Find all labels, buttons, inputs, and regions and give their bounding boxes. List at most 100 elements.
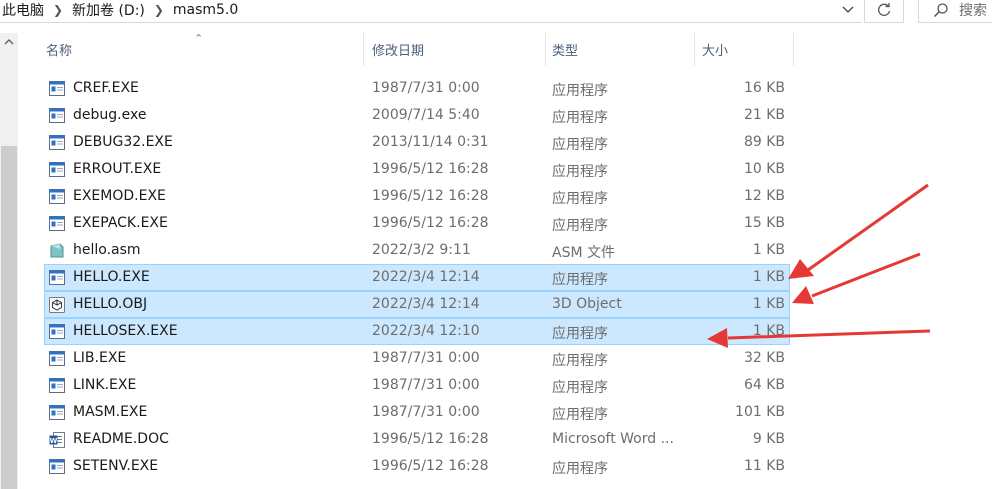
file-type: 应用程序 [552,407,608,423]
file-type: 应用程序 [552,461,608,477]
address-history-dropdown[interactable] [836,0,860,20]
exe-icon [49,405,65,420]
file-type: 应用程序 [552,353,608,369]
file-row[interactable]: CREF.EXE 1987/7/31 0:00 应用程序 16 KB [44,75,790,102]
file-type: 应用程序 [552,137,608,153]
file-row[interactable]: EXEMOD.EXE 1996/5/12 16:28 应用程序 12 KB [44,183,790,210]
file-name[interactable]: HELLO.EXE [73,269,150,285]
file-name[interactable]: HELLOSEX.EXE [73,323,178,339]
file-size: 32 KB [743,350,785,366]
file-date: 1996/5/12 16:28 [372,458,489,474]
scroll-up-button[interactable] [0,33,18,51]
file-row[interactable]: EXEPACK.EXE 1996/5/12 16:28 应用程序 15 KB [44,210,790,237]
chevron-right-icon[interactable]: ❯ [46,3,70,17]
column-date-label: 修改日期 [372,44,425,59]
file-type: Microsoft Word ... [552,431,674,447]
file-name[interactable]: CREF.EXE [73,80,139,96]
svg-text:W: W [50,437,58,445]
file-row[interactable]: debug.exe 2009/7/14 5:40 应用程序 21 KB [44,102,790,129]
refresh-button[interactable] [864,0,904,23]
file-name[interactable]: MASM.EXE [73,404,147,420]
file-row[interactable]: LINK.EXE 1987/7/31 0:00 应用程序 64 KB [44,372,790,399]
crumb-this-pc[interactable]: 此电脑 [0,0,46,20]
address-bar: 此电脑 ❯ 新加卷 (D:) ❯ masm5.0 搜索 [0,0,992,23]
file-row[interactable]: HELLO.EXE 2022/3/4 12:14 应用程序 1 KB [44,264,790,291]
file-date: 1996/5/12 16:28 [372,215,489,231]
column-divider[interactable] [545,33,546,66]
column-date[interactable]: 修改日期 [372,33,424,66]
file-size: 15 KB [743,215,785,231]
exe-icon [49,216,65,231]
asm-file-icon [49,243,65,258]
file-row[interactable]: HELLO.OBJ 2022/3/4 12:14 3D Object 1 KB [44,291,790,318]
file-size: 89 KB [743,134,785,150]
file-size: 16 KB [743,80,785,96]
file-row[interactable]: HELLOSEX.EXE 2022/3/4 12:10 应用程序 1 KB [44,318,790,345]
file-type: 应用程序 [552,272,608,288]
file-date: 1996/5/12 16:28 [372,188,489,204]
annotation-arrow [792,252,921,304]
file-type: 应用程序 [552,191,608,207]
file-date: 2022/3/4 12:14 [372,296,480,312]
column-name[interactable]: 名称 [46,33,72,66]
file-type: 应用程序 [552,218,608,234]
column-size[interactable]: 大小 [702,33,728,66]
column-type[interactable]: 类型 [552,33,578,66]
refresh-icon [878,2,891,16]
file-row[interactable]: ERROUT.EXE 1996/5/12 16:28 应用程序 10 KB [44,156,790,183]
file-name[interactable]: EXEPACK.EXE [73,215,168,231]
file-date: 2022/3/4 12:14 [372,269,480,285]
exe-icon [49,324,65,339]
column-type-label: 类型 [552,44,579,59]
file-name[interactable]: README.DOC [73,431,169,447]
file-row[interactable]: LIB.EXE 1987/7/31 0:00 应用程序 32 KB [44,345,790,372]
file-name[interactable]: SETENV.EXE [73,458,158,474]
file-size: 10 KB [743,161,785,177]
vertical-scrollbar[interactable] [0,33,18,489]
file-type: 应用程序 [552,110,608,126]
file-name[interactable]: HELLO.OBJ [73,296,147,312]
search-placeholder: 搜索 [959,2,987,19]
column-divider[interactable] [363,33,364,66]
search-icon [933,2,948,17]
file-row[interactable]: MASM.EXE 1987/7/31 0:00 应用程序 101 KB [44,399,790,426]
file-name[interactable]: DEBUG32.EXE [73,134,173,150]
search-input[interactable]: 搜索 [918,0,992,23]
file-name[interactable]: EXEMOD.EXE [73,188,166,204]
file-size: 12 KB [743,188,785,204]
column-divider[interactable] [694,33,695,66]
file-type: 应用程序 [552,380,608,396]
file-name[interactable]: LINK.EXE [73,377,136,393]
column-header: 名称 ⌃ 修改日期 类型 大小 [18,32,992,66]
file-type: 应用程序 [552,164,608,180]
file-list: CREF.EXE 1987/7/31 0:00 应用程序 16 KB debug.exe… [44,75,790,480]
word-doc-icon: W [49,432,65,448]
exe-icon [49,351,65,366]
file-date: 2009/7/14 5:40 [372,107,480,123]
scroll-thumb[interactable] [1,146,17,489]
file-name[interactable]: debug.exe [73,107,146,123]
file-size: 64 KB [743,377,785,393]
file-row[interactable]: DEBUG32.EXE 2013/11/14 0:31 应用程序 89 KB [44,129,790,156]
file-date: 1987/7/31 0:00 [372,80,480,96]
file-date: 1987/7/31 0:00 [372,377,480,393]
exe-icon [49,189,65,204]
exe-icon [49,162,65,177]
file-date: 2013/11/14 0:31 [372,134,489,150]
chevron-right-icon[interactable]: ❯ [147,3,171,17]
file-size: 1 KB [752,269,785,285]
breadcrumb[interactable]: 此电脑 ❯ 新加卷 (D:) ❯ masm5.0 [0,0,862,23]
file-size: 1 KB [752,323,785,339]
crumb-masm-folder[interactable]: masm5.0 [171,2,240,18]
file-size: 101 KB [735,404,785,420]
file-row[interactable]: hello.asm 2022/3/2 9:11 ASM 文件 1 KB [44,237,790,264]
file-size: 1 KB [752,242,785,258]
file-row[interactable]: SETENV.EXE 1996/5/12 16:28 应用程序 11 KB [44,453,790,480]
file-row[interactable]: W README.DOC 1996/5/12 16:28 Microsoft Word… [44,426,790,453]
file-name[interactable]: hello.asm [73,242,141,258]
column-divider[interactable] [793,33,794,66]
exe-icon [49,378,65,393]
crumb-drive-d[interactable]: 新加卷 (D:) [70,0,147,20]
file-name[interactable]: ERROUT.EXE [73,161,161,177]
file-name[interactable]: LIB.EXE [73,350,126,366]
